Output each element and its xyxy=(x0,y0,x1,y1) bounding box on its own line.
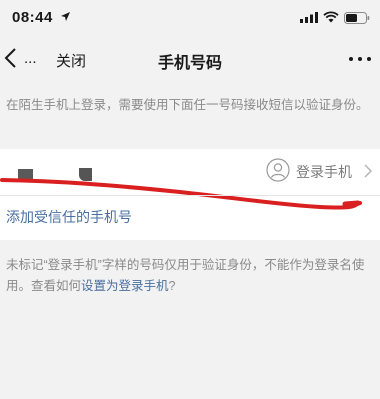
person-icon xyxy=(266,158,290,182)
nav-bar: ... 关闭 手机号码 xyxy=(0,38,380,80)
page-title: 手机号码 xyxy=(157,55,222,72)
redacted-number-fragment xyxy=(79,168,92,181)
divider xyxy=(0,195,380,196)
status-bar: 08:44 xyxy=(0,0,380,38)
description-text: 在陌生手机上登录，需要使用下面任一号码接收短信以验证身份。 xyxy=(6,98,369,112)
phone-card: 登录手机 添加受信任的手机号 xyxy=(0,149,380,240)
footnote-suffix: ? xyxy=(168,279,176,293)
signal-icon xyxy=(300,12,318,23)
more-icon[interactable] xyxy=(348,56,372,62)
add-trusted-phone-link[interactable]: 添加受信任的手机号 xyxy=(6,207,132,227)
status-time: 08:44 xyxy=(12,9,53,26)
redacted-number-fragment xyxy=(18,169,33,181)
wifi-icon xyxy=(323,11,339,23)
phone-number-row[interactable]: 登录手机 xyxy=(0,149,380,210)
footnote: 未标记“登录手机”字样的号码仅用于验证身份，不能作为登录名使用。查看如何设置为登… xyxy=(6,255,378,297)
chevron-right-icon xyxy=(364,164,372,178)
login-phone-label: 登录手机 xyxy=(296,164,352,180)
location-arrow-icon xyxy=(61,12,70,21)
footnote-text: 未标记“登录手机”字样的号码仅用于验证身份，不能作为登录名使用。查看如何 xyxy=(6,258,365,293)
set-login-phone-link[interactable]: 设置为登录手机 xyxy=(81,279,169,293)
battery-icon xyxy=(344,12,370,24)
